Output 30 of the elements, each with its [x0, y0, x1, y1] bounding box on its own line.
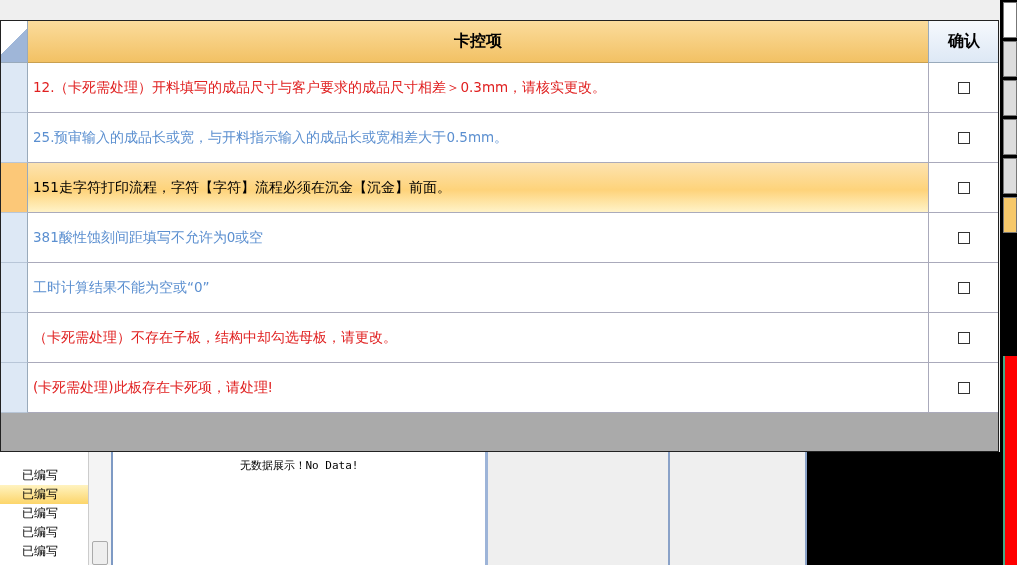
row-header[interactable]: [1, 363, 28, 413]
column-header: 确认: [928, 21, 998, 63]
confirm-checkbox[interactable]: [957, 281, 970, 294]
row-header[interactable]: [1, 263, 28, 313]
confirm-checkbox[interactable]: [957, 331, 970, 344]
toolbar-button[interactable]: [1003, 2, 1017, 38]
column-header: 卡控项: [28, 21, 928, 63]
toolbar-button[interactable]: [1003, 41, 1017, 77]
empty-message: 无数据展示！No Data!: [239, 458, 359, 472]
table-cell: 151走字符打印流程，字符【字符】流程必须在沉金【沉金】前面。: [28, 163, 928, 213]
scrollbar-thumb[interactable]: [92, 541, 108, 565]
list-item[interactable]: 已编写: [0, 466, 88, 485]
confirm-checkbox[interactable]: [957, 131, 970, 144]
row-header[interactable]: [1, 113, 28, 163]
list-item[interactable]: 已编写: [0, 485, 88, 504]
row-header[interactable]: [1, 213, 28, 263]
select-all-corner[interactable]: [1, 21, 28, 63]
toolbar-button[interactable]: [1003, 197, 1017, 233]
toolbar-button[interactable]: [1003, 158, 1017, 194]
row-header[interactable]: [1, 313, 28, 363]
toolbar-button[interactable]: [1003, 119, 1017, 155]
list-item[interactable]: 已编写: [0, 542, 88, 561]
confirm-checkbox[interactable]: [957, 231, 970, 244]
confirm-checkbox[interactable]: [957, 81, 970, 94]
confirm-checkbox[interactable]: [957, 181, 970, 194]
row-header[interactable]: [1, 63, 28, 113]
confirm-checkbox[interactable]: [957, 381, 970, 394]
list-item[interactable]: 已编写: [0, 523, 88, 542]
list-item[interactable]: 已编写: [0, 504, 88, 523]
toolbar-button[interactable]: [1003, 80, 1017, 116]
